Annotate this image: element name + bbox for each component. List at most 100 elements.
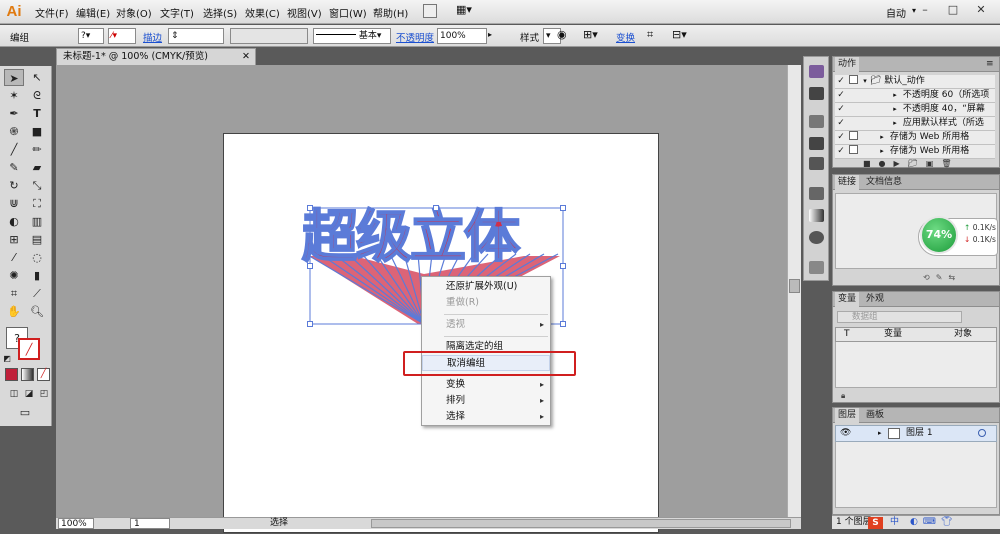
vertical-scrollbar[interactable] bbox=[787, 65, 801, 520]
menu-type[interactable]: 文字(T) bbox=[160, 5, 194, 20]
resize-handle[interactable] bbox=[307, 205, 313, 211]
free-transform-tool-icon[interactable]: ⛶ bbox=[27, 195, 47, 212]
eraser-tool-icon[interactable]: ▰ bbox=[27, 159, 47, 176]
close-document-icon[interactable]: ✕ bbox=[242, 49, 250, 65]
shape-builder-tool-icon[interactable]: ◐ bbox=[4, 213, 24, 230]
menu-item-revert-expand-appearance[interactable]: 还原扩展外观(U) bbox=[422, 279, 550, 295]
actions-toolbar[interactable]: ■●▶📁︎▣🗑︎ bbox=[863, 159, 960, 168]
input-method-toolbar[interactable]: ◐⌨👕︎ bbox=[910, 516, 957, 529]
memory-usage-gauge[interactable]: 74% bbox=[920, 216, 958, 254]
resize-handle[interactable] bbox=[307, 263, 313, 269]
brush-definition[interactable]: 基本▾ bbox=[313, 28, 391, 44]
type-tool-icon[interactable]: T bbox=[27, 105, 47, 122]
action-set-row[interactable]: ✓ ▾ 📁︎ 默认_动作 bbox=[835, 75, 995, 89]
menu-file[interactable]: 文件(F) bbox=[35, 5, 69, 20]
resize-handle[interactable] bbox=[560, 321, 566, 327]
arrange-documents-icon[interactable]: ▦▾ bbox=[456, 3, 472, 16]
transparency-icon[interactable] bbox=[809, 231, 824, 244]
menu-edit[interactable]: 编辑(E) bbox=[76, 5, 110, 20]
lock-icon[interactable]: 🔒︎ bbox=[841, 391, 845, 401]
scale-tool-icon[interactable]: ⤡ bbox=[27, 177, 47, 194]
bridge-icon[interactable] bbox=[423, 4, 437, 18]
none-mode-icon[interactable]: ╱ bbox=[37, 368, 50, 381]
color-icon[interactable] bbox=[809, 87, 824, 100]
stroke-swatch[interactable]: ⁄▾ bbox=[108, 28, 136, 44]
action-row[interactable]: ✓ ▸ 存储为 Web 所用格 bbox=[835, 145, 995, 159]
align-options-icon[interactable]: ⊞▾ bbox=[583, 28, 598, 41]
variable-width-profile[interactable] bbox=[230, 28, 308, 44]
color-guide-icon[interactable] bbox=[809, 65, 824, 78]
menu-item-select[interactable]: 选择 ▸ bbox=[422, 409, 550, 425]
panel-menu-icon[interactable]: ≡ bbox=[983, 57, 997, 72]
transform-link[interactable]: 变换 bbox=[616, 30, 635, 44]
paintbrush-tool-icon[interactable]: ╱ bbox=[4, 141, 24, 158]
tab-links[interactable]: 链接 bbox=[835, 175, 860, 190]
symbols-icon[interactable] bbox=[809, 157, 824, 170]
magic-wand-tool-icon[interactable]: ✶ bbox=[4, 87, 24, 104]
rectangle-tool-icon[interactable]: ■ bbox=[27, 123, 47, 140]
fill-swatch[interactable]: ?▾ bbox=[78, 28, 104, 44]
tab-artboards[interactable]: 画板 bbox=[863, 408, 887, 423]
resize-handle[interactable] bbox=[560, 205, 566, 211]
menu-select[interactable]: 选择(S) bbox=[203, 5, 237, 20]
action-row[interactable]: ✓ ▸ 不透明度 40，“屏幕 bbox=[835, 103, 995, 117]
column-graph-tool-icon[interactable]: ▮ bbox=[27, 267, 47, 284]
layer-row[interactable]: 👁︎ ▸ 图层 1 bbox=[835, 425, 997, 442]
pencil-tool-icon[interactable]: ✏ bbox=[27, 141, 47, 158]
gradient-mode-icon[interactable] bbox=[21, 368, 34, 381]
spiral-tool-icon[interactable]: ֍ bbox=[4, 123, 24, 140]
default-colors-icon[interactable]: ◩ bbox=[2, 354, 12, 364]
gradient-panel-icon[interactable] bbox=[809, 209, 824, 222]
action-row[interactable]: ✓ ▸ 应用默认样式（所选 bbox=[835, 117, 995, 131]
rotate-tool-icon[interactable]: ↻ bbox=[4, 177, 24, 194]
dataset-dropdown[interactable]: 数据组 bbox=[837, 311, 962, 323]
layer-expand-icon[interactable]: ▸ bbox=[878, 426, 882, 441]
input-method-mode[interactable]: 中 bbox=[890, 516, 899, 529]
resize-handle[interactable] bbox=[433, 205, 439, 211]
links-toolbar[interactable]: ⟲✎⇆ bbox=[923, 273, 961, 282]
warp-tool-icon[interactable]: ⋓ bbox=[4, 195, 24, 212]
eye-icon[interactable]: 👁︎ bbox=[840, 426, 851, 441]
input-method-logo-icon[interactable]: S bbox=[868, 517, 883, 529]
color-mode-icon[interactable] bbox=[5, 368, 18, 381]
zoom-field[interactable]: 100% bbox=[58, 518, 94, 529]
menu-view[interactable]: 视图(V) bbox=[287, 5, 322, 20]
menu-item-transform[interactable]: 变换 ▸ bbox=[422, 377, 550, 393]
zoom-tool-icon[interactable]: 🔍︎ bbox=[27, 303, 47, 320]
hand-tool-icon[interactable]: ✋ bbox=[4, 303, 24, 320]
layer-name[interactable]: 图层 1 bbox=[906, 426, 933, 441]
lasso-tool-icon[interactable]: ᘓ bbox=[27, 87, 47, 104]
artboard-tool-icon[interactable]: ⌗ bbox=[4, 285, 24, 302]
menu-help[interactable]: 帮助(H) bbox=[373, 5, 408, 20]
menu-window[interactable]: 窗口(W) bbox=[329, 5, 367, 20]
blob-brush-tool-icon[interactable]: ✎ bbox=[4, 159, 24, 176]
opacity-label[interactable]: 不透明度 bbox=[396, 30, 434, 44]
pen-tool-icon[interactable]: ✒ bbox=[4, 105, 24, 122]
maximize-button[interactable]: □ bbox=[938, 0, 968, 20]
blend-tool-icon[interactable]: ◌ bbox=[27, 249, 47, 266]
current-tool-status[interactable]: 选择 bbox=[270, 518, 288, 529]
scrollbar-thumb[interactable] bbox=[789, 279, 800, 293]
tab-layers[interactable]: 图层 bbox=[835, 408, 860, 423]
artboard-number-field[interactable]: 1 bbox=[130, 518, 170, 529]
tab-appearance[interactable]: 外观 bbox=[863, 292, 887, 307]
close-button[interactable]: ✕ bbox=[966, 0, 996, 20]
control-panel-menu-icon[interactable]: ⊟▾ bbox=[672, 28, 687, 41]
recolor-artwork-icon[interactable]: ◉ bbox=[557, 28, 567, 41]
screen-mode-icon[interactable]: ▭ bbox=[15, 404, 35, 421]
resize-handle[interactable] bbox=[307, 321, 313, 327]
stroke-color-icon[interactable]: ╱ bbox=[18, 338, 40, 360]
menu-effect[interactable]: 效果(C) bbox=[245, 5, 280, 20]
layer-target-icon[interactable] bbox=[978, 429, 986, 437]
slice-tool-icon[interactable]: ⟋ bbox=[27, 285, 47, 302]
stroke-weight-field[interactable]: ⇕ bbox=[168, 28, 224, 44]
stroke-label[interactable]: 描边 bbox=[143, 30, 162, 44]
symbol-sprayer-tool-icon[interactable]: ✺ bbox=[4, 267, 24, 284]
tab-actions[interactable]: 动作 bbox=[835, 57, 860, 72]
action-row[interactable]: ✓ ▸ 不透明度 60（所选项 bbox=[835, 89, 995, 103]
workspace-switcher[interactable]: 自动 bbox=[886, 5, 906, 20]
menu-item-arrange[interactable]: 排列 ▸ bbox=[422, 393, 550, 409]
direct-selection-tool-icon[interactable]: ↖ bbox=[27, 69, 47, 86]
swatches-icon[interactable] bbox=[809, 115, 824, 128]
brushes-icon[interactable] bbox=[809, 137, 824, 150]
